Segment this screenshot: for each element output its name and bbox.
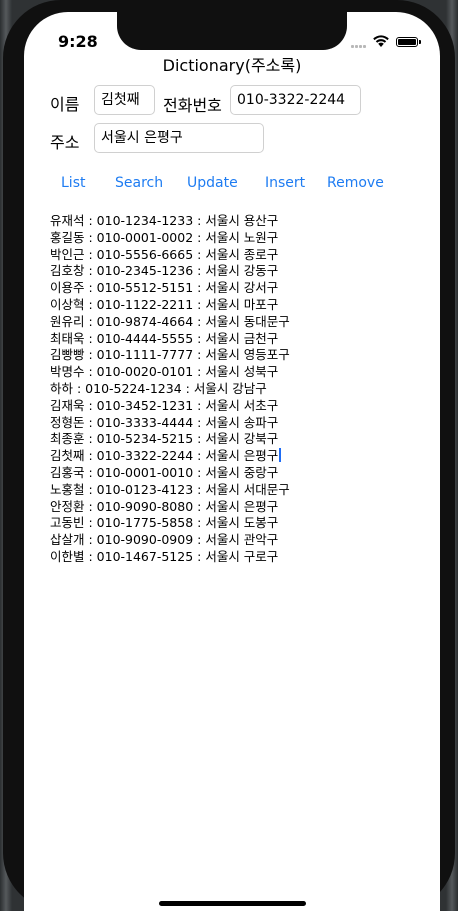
status-time: 9:28 (58, 32, 98, 51)
list-item: 박인근 : 010-5556-6665 : 서울시 종로구 (50, 246, 279, 262)
list-item: 이용주 : 010-5512-5151 : 서울시 강서구 (50, 280, 279, 296)
text-cursor (279, 448, 281, 463)
search-button[interactable]: Search (115, 175, 163, 191)
list-item: 김재욱 : 010-3452-1231 : 서울시 서초구 (50, 397, 279, 413)
page-title: Dictionary(주소록) (162, 56, 302, 75)
list-item: 안정환 : 010-9090-8080 : 서울시 은평구 (50, 498, 279, 514)
list-item: 노홍철 : 010-0123-4123 : 서울시 서대문구 (50, 481, 290, 497)
list-item: 최종훈 : 010-5234-5215 : 서울시 강북구 (50, 431, 279, 447)
cellular-signal-icon (351, 42, 371, 48)
address-list[interactable]: 유재석 : 010-1234-1233 : 서울시 용산구 홍길동 : 010-… (50, 213, 430, 566)
list-item: 고동빈 : 010-1775-5858 : 서울시 도봉구 (50, 515, 279, 531)
name-label: 이름 (50, 95, 80, 114)
list-item: 원유리 : 010-9874-4664 : 서울시 동대문구 (50, 313, 290, 329)
list-item: 하하 : 010-5224-1234 : 서울시 강남구 (50, 380, 267, 396)
address-field[interactable]: 서울시 은평구 (94, 123, 264, 153)
phone-field[interactable]: 010-3322-2244 (230, 85, 361, 115)
list-button[interactable]: List (61, 175, 85, 191)
list-item: 이상혁 : 010-1122-2211 : 서울시 마포구 (50, 296, 279, 312)
list-item: 최태욱 : 010-4444-5555 : 서울시 금천구 (50, 330, 279, 346)
name-field[interactable]: 김첫째 (94, 85, 155, 115)
address-label: 주소 (50, 133, 80, 152)
battery-icon (396, 37, 421, 47)
notch (117, 12, 347, 50)
list-item: 이한별 : 010-1467-5125 : 서울시 구로구 (50, 548, 279, 564)
list-item: 홍길동 : 010-0001-0002 : 서울시 노원구 (50, 229, 279, 245)
list-item: 삽살개 : 010-9090-0909 : 서울시 관악구 (50, 532, 279, 548)
remove-button[interactable]: Remove (327, 175, 384, 191)
phone-frame: 9:28 Dictionary(주소록) 이름 김첫째 전화번호 010-332… (3, 0, 455, 911)
insert-button[interactable]: Insert (265, 175, 305, 191)
update-button[interactable]: Update (187, 175, 238, 191)
list-item: 김호창 : 010-2345-1236 : 서울시 강동구 (50, 263, 279, 279)
phone-label: 전화번호 (163, 96, 222, 115)
list-item: 박명수 : 010-0020-0101 : 서울시 성북구 (50, 364, 279, 380)
list-item: 김홍국 : 010-0001-0010 : 서울시 중랑구 (50, 464, 279, 480)
list-item: 유재석 : 010-1234-1233 : 서울시 용산구 (50, 213, 279, 228)
list-item-text: 김첫째 : 010-3322-2244 : 서울시 은평구 (50, 448, 279, 464)
app-screen: 9:28 Dictionary(주소록) 이름 김첫째 전화번호 010-332… (24, 12, 440, 911)
wifi-icon (373, 35, 389, 47)
home-indicator[interactable] (159, 901, 306, 906)
list-item-selected: 김첫째 : 010-3322-2244 : 서울시 은평구 (50, 448, 430, 465)
list-item: 김빵빵 : 010-1111-7777 : 서울시 영등포구 (50, 347, 290, 363)
list-item: 정형돈 : 010-3333-4444 : 서울시 송파구 (50, 414, 279, 430)
